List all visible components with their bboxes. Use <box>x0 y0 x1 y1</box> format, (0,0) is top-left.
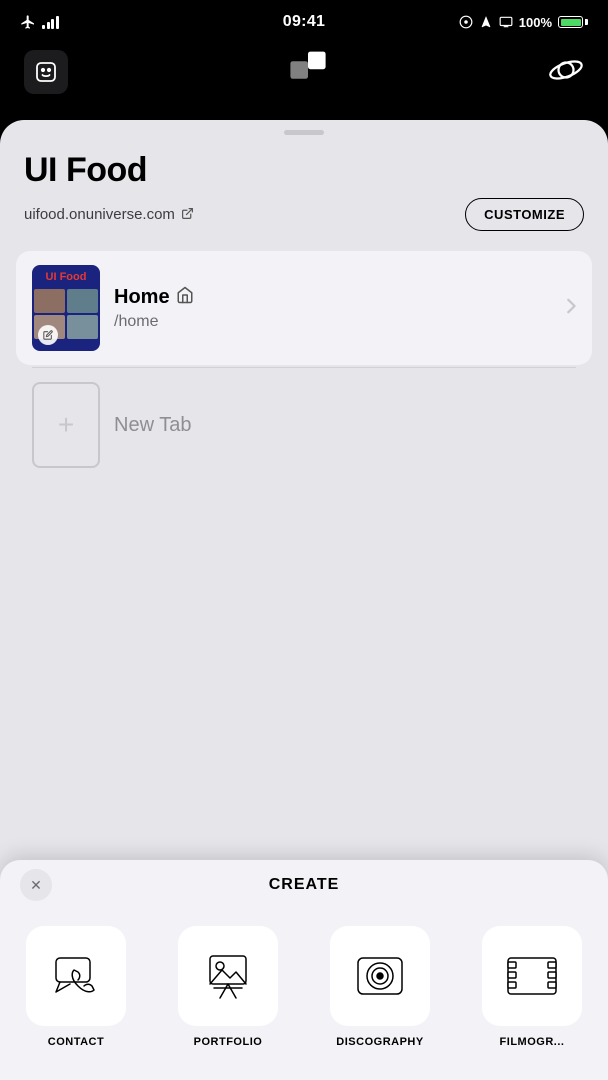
thumbnail-edit-icon <box>38 325 58 345</box>
planet-icon <box>548 52 584 88</box>
create-sheet: ✕ CREATE CONTACT <box>0 860 608 1080</box>
tab-chevron-home <box>566 298 576 319</box>
portfolio-icon-box <box>178 926 278 1026</box>
tab-info-home: Home /home <box>114 286 552 331</box>
portfolio-icon <box>200 948 256 1004</box>
home-icon <box>176 286 194 309</box>
portfolio-label: PORTFOLIO <box>194 1036 263 1048</box>
tab-list: UI Food Home <box>0 251 608 482</box>
status-time: 09:41 <box>283 13 325 31</box>
filmography-icon <box>504 948 560 1004</box>
create-options: CONTACT PORTF <box>0 910 608 1080</box>
new-tab-label: New Tab <box>114 414 191 437</box>
app-logo <box>284 50 332 95</box>
screen-icon <box>499 15 513 29</box>
new-tab-thumbnail: + <box>32 382 100 468</box>
tab-thumbnail-home: UI Food <box>32 265 100 351</box>
direction-icon <box>479 15 493 29</box>
tab-item-home[interactable]: UI Food Home <box>16 251 592 365</box>
create-option-filmography[interactable]: FILMOGR... <box>456 918 608 1056</box>
battery-icon <box>558 16 588 28</box>
new-tab-item[interactable]: + New Tab <box>16 368 592 482</box>
drag-handle[interactable] <box>284 130 324 135</box>
close-button[interactable]: ✕ <box>20 869 52 901</box>
external-link-icon <box>181 207 194 223</box>
signal-bars <box>42 15 59 29</box>
url-text: uifood.onuniverse.com <box>24 206 175 223</box>
top-app-bar <box>0 44 608 100</box>
close-icon: ✕ <box>30 877 42 894</box>
contact-icon-box <box>26 926 126 1026</box>
status-bar: 09:41 100% <box>0 0 608 44</box>
create-option-discography[interactable]: DISCOGRAPHY <box>304 918 456 1056</box>
status-right: 100% <box>459 15 588 30</box>
status-left <box>20 14 59 30</box>
thumbnail-title: UI Food <box>32 265 100 287</box>
create-header: ✕ CREATE <box>0 876 608 910</box>
discography-label: DISCOGRAPHY <box>336 1036 423 1048</box>
smiley-icon <box>34 60 58 84</box>
smiley-button[interactable] <box>24 50 68 94</box>
logo-icon <box>284 50 332 90</box>
create-option-contact[interactable]: CONTACT <box>0 918 152 1056</box>
airplane-icon <box>20 14 36 30</box>
filmography-icon-box <box>482 926 582 1026</box>
create-option-portfolio[interactable]: PORTFOLIO <box>152 918 304 1056</box>
planet-button[interactable] <box>548 52 584 93</box>
site-url: uifood.onuniverse.com <box>24 206 194 223</box>
plus-icon: + <box>58 409 74 441</box>
contact-label: CONTACT <box>48 1036 104 1048</box>
site-url-row: uifood.onuniverse.com CUSTOMIZE <box>24 198 584 231</box>
filmography-label: FILMOGR... <box>500 1036 565 1048</box>
contact-icon <box>48 948 104 1004</box>
battery-percent: 100% <box>519 15 552 30</box>
customize-button[interactable]: CUSTOMIZE <box>465 198 584 231</box>
location-icon <box>459 15 473 29</box>
site-title: UI Food <box>24 151 584 190</box>
tab-path-home: /home <box>114 313 552 331</box>
discography-icon-box <box>330 926 430 1026</box>
create-title: CREATE <box>269 876 340 894</box>
tab-name-home: Home <box>114 286 552 309</box>
discography-icon <box>352 948 408 1004</box>
main-sheet: UI Food uifood.onuniverse.com CUSTOMIZE … <box>0 120 608 1080</box>
site-info: UI Food uifood.onuniverse.com CUSTOMIZE <box>0 151 608 251</box>
